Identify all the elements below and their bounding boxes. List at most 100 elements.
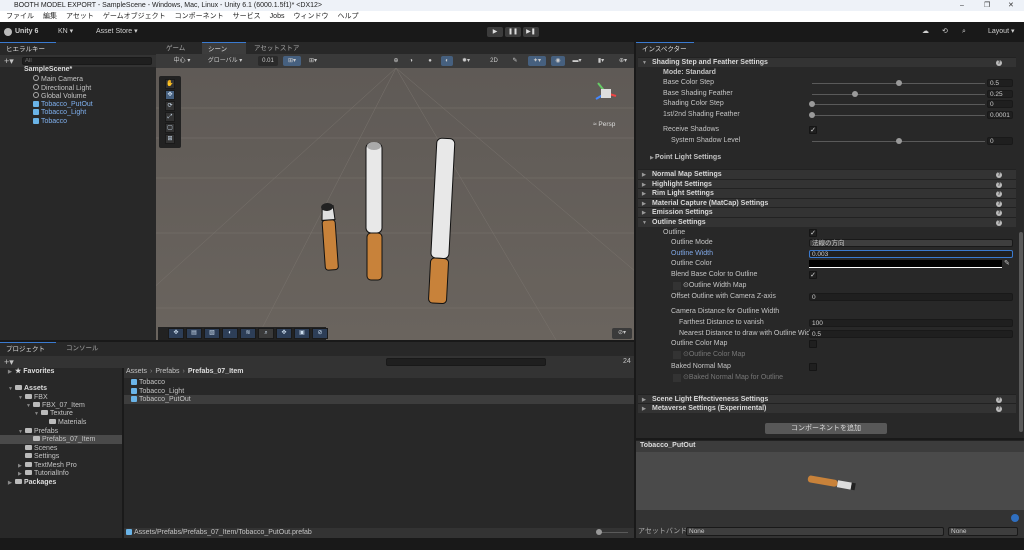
eyedropper-icon[interactable]: ✎	[1004, 259, 1010, 269]
tab-project[interactable]: プロジェクト	[0, 342, 56, 355]
fx-icon[interactable]: ✦▾	[528, 56, 546, 66]
texture-slot[interactable]	[673, 351, 681, 359]
gizmos-icon[interactable]: ▮▾	[592, 56, 610, 66]
menu-item[interactable]: アセット	[66, 13, 94, 20]
tab-hierarchy[interactable]: ヒエラルキー	[0, 42, 56, 55]
hidden-count[interactable]: 24	[623, 356, 631, 368]
overlay-tool-icon[interactable]: ≋	[240, 328, 256, 339]
overlay-tool-icon[interactable]: ⌕	[258, 328, 274, 339]
hierarchy-item[interactable]: Global Volume	[33, 92, 87, 100]
persp-label[interactable]: ≈ Persp	[593, 121, 616, 128]
checkbox[interactable]	[809, 340, 817, 348]
cloud-icon[interactable]: ☁	[922, 22, 929, 42]
hand-tool-icon[interactable]: ✋	[165, 79, 175, 89]
breadcrumb-item[interactable]: Prefabs	[155, 368, 179, 375]
tag-icon[interactable]	[1011, 514, 1019, 522]
move-tool-icon[interactable]: ✥	[165, 90, 175, 100]
tab-inspector[interactable]: インスペクター	[636, 42, 694, 55]
help-icon[interactable]: ?	[996, 172, 1002, 178]
foldout-arrow-icon[interactable]: ▼	[18, 394, 25, 403]
menu-item[interactable]: ウィンドウ	[293, 13, 328, 20]
maximize-button[interactable]: ❐	[984, 0, 990, 11]
shaded-wire-icon[interactable]: ◑	[405, 56, 417, 66]
foldout-arrow-icon[interactable]: ▼	[642, 218, 647, 228]
help-icon[interactable]: ?	[996, 210, 1002, 216]
hierarchy-item[interactable]: Directional Light	[33, 83, 91, 92]
number-input[interactable]: 100	[809, 319, 1013, 327]
asset-bundle-variant-dropdown[interactable]: None	[948, 527, 1018, 536]
menu-item[interactable]: コンポーネント	[175, 13, 224, 20]
minimize-button[interactable]: –	[960, 0, 964, 11]
slider-value-input[interactable]: 0.5	[987, 79, 1013, 87]
section-header[interactable]: ▼ Outline Settings?	[638, 217, 1016, 227]
slider-knob[interactable]	[895, 138, 902, 144]
history-icon[interactable]: ⟲	[942, 22, 948, 42]
slider-value-input[interactable]: 0	[987, 137, 1013, 145]
hierarchy-item[interactable]: Tobacco_PutOut	[33, 100, 93, 108]
foldout-arrow-icon[interactable]: ▼	[8, 385, 15, 394]
add-component-button[interactable]: コンポーネントを追加	[765, 423, 887, 434]
menu-item[interactable]: サービス	[233, 13, 261, 20]
section-header[interactable]: ▶ Metaverse Settings (Experimental)?	[638, 403, 1016, 413]
help-icon[interactable]: ?	[996, 60, 1002, 66]
slider-knob[interactable]	[895, 80, 902, 86]
rotate-tool-icon[interactable]: ⟳	[165, 101, 175, 111]
hierarchy-item[interactable]: Tobacco_Light	[33, 109, 86, 116]
asset-bundle-dropdown[interactable]: None	[686, 527, 944, 536]
foldout-arrow-icon[interactable]: ▼	[34, 410, 41, 419]
slider-track[interactable]	[812, 115, 985, 116]
section-header[interactable]: ▶ Normal Map Settings?	[638, 169, 1016, 179]
overlay-tool-icon[interactable]: ◐	[222, 328, 238, 339]
section-header[interactable]: ▶ Emission Settings?	[638, 207, 1016, 217]
checkbox[interactable]: ✓	[809, 229, 817, 237]
foldout-arrow-icon[interactable]: ▶	[650, 153, 654, 163]
project-tree-item[interactable]: ▶ Packages	[8, 478, 56, 488]
help-icon[interactable]: ?	[996, 406, 1002, 412]
unity-version-button[interactable]: Unity 6	[15, 22, 38, 42]
slider-value-input[interactable]: 0.25	[987, 90, 1013, 98]
shaded-icon[interactable]: ●	[424, 56, 436, 66]
slider-knob[interactable]	[809, 101, 815, 107]
scene-viewport[interactable]: ≈ Persp	[156, 68, 634, 340]
toggle-2d-button[interactable]: 2D	[487, 56, 501, 66]
tab-console[interactable]: コンソール	[60, 342, 105, 355]
menu-item[interactable]: ファイル	[6, 13, 34, 20]
pivot-dropdown[interactable]: 中心 ▾	[164, 56, 200, 66]
hierarchy-item[interactable]: Main Camera	[33, 75, 83, 83]
project-tree-item[interactable]: Materials	[42, 418, 86, 427]
slider-knob[interactable]	[809, 112, 815, 118]
asset-item[interactable]: Tobacco_PutOut	[131, 395, 191, 404]
number-input[interactable]: 0.5	[809, 330, 1013, 338]
section-header[interactable]: ▶ Rim Light Settings?	[638, 188, 1016, 198]
texture-slot[interactable]	[673, 374, 681, 382]
menu-item[interactable]: ゲームオブジェクト	[103, 13, 166, 20]
debug-draw-icon[interactable]: ✹▾	[457, 56, 475, 66]
foldout-arrow-icon[interactable]: ▶	[642, 404, 646, 414]
camera-icon[interactable]: ▬▾	[568, 56, 586, 66]
overlay-tool-icon[interactable]: ▧	[204, 328, 220, 339]
grid-snap-button[interactable]: ⊞▾	[283, 56, 301, 66]
snap-value[interactable]: 0.01	[258, 56, 278, 66]
camera-overlay-button[interactable]: ⊘▾	[612, 328, 632, 339]
overlay-tool-icon[interactable]: ✥	[168, 328, 184, 339]
menu-item[interactable]: 編集	[43, 13, 57, 20]
slider-value-input[interactable]: 0	[987, 100, 1013, 108]
slider-track[interactable]	[812, 94, 985, 95]
project-search-input[interactable]	[386, 358, 546, 366]
account-button[interactable]: KN ▾	[58, 22, 73, 42]
scale-tool-icon[interactable]: ⤢	[165, 112, 175, 122]
scene-tools-icon[interactable]: ⊕▾	[614, 56, 632, 66]
add-button[interactable]: +▾	[4, 55, 14, 67]
help-icon[interactable]: ?	[996, 220, 1002, 226]
number-input[interactable]: 0.003	[809, 250, 1013, 258]
checkbox[interactable]: ✓	[809, 126, 817, 134]
icon-size-slider[interactable]	[600, 532, 628, 533]
foldout-arrow-icon[interactable]: ▶	[8, 479, 15, 488]
section-header[interactable]: ▼ Shading Step and Feather Settings?	[638, 57, 1016, 67]
overlay-tool-icon[interactable]: ✥	[276, 328, 292, 339]
breadcrumb-item[interactable]: Assets	[126, 368, 147, 375]
overlay-tool-icon[interactable]: ⊘	[312, 328, 328, 339]
breadcrumb-item[interactable]: Prefabs_07_Item	[188, 368, 244, 375]
pause-button[interactable]: ❚❚	[505, 27, 521, 37]
hierarchy-item[interactable]: Tobacco	[33, 117, 67, 125]
